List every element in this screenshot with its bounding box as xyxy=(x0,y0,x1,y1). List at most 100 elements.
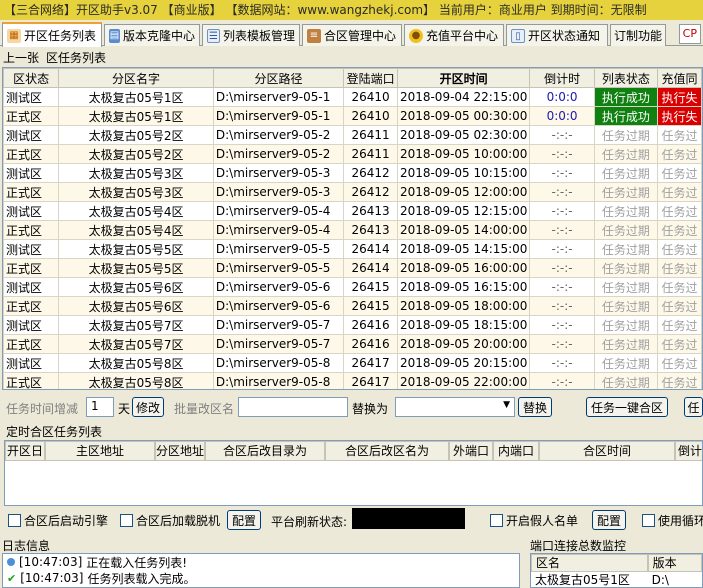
cell-recharge: 任务过 xyxy=(657,277,702,297)
table-row[interactable]: 正式区 太极复古05号8区 D:\mirserver9-05-8 26417 2018-… xyxy=(3,372,702,389)
folder-icon: ▤ xyxy=(109,28,120,43)
cell-name: 太极复古05号8区 xyxy=(58,353,214,373)
load-offline-checkbox[interactable]: 合区后加载脱机 xyxy=(120,512,220,529)
monitor-header-row: 区名 版本 xyxy=(531,554,702,572)
merge-column-header[interactable]: 主区地址 xyxy=(45,441,155,461)
merge-column-header[interactable]: 倒计 xyxy=(675,441,702,461)
fake-list-checkbox[interactable]: 开启假人名单 xyxy=(490,512,578,529)
cell-recharge: 任务过 xyxy=(657,353,702,373)
column-header[interactable]: 倒计时 xyxy=(529,68,595,88)
merge-column-header[interactable]: 分区地址 xyxy=(155,441,205,461)
checkbox-box xyxy=(8,514,21,527)
tab-merge-center[interactable]: ≡ 合区管理中心 xyxy=(302,24,402,46)
log-panel[interactable]: [10:47:03] 正在载入任务列表! ✔ [10:47:03] 任务列表载入… xyxy=(2,553,520,588)
cell-name: 太极复古05号8区 xyxy=(58,372,214,389)
merge-section-title: 定时合区任务列表 xyxy=(6,425,103,439)
engine-after-merge-checkbox[interactable]: 合区后启动引擎 xyxy=(8,512,108,529)
table-row[interactable]: 正式区 太极复古05号5区 D:\mirserver9-05-5 26414 2018-… xyxy=(3,258,702,278)
cell-name: 太极复古05号1区 xyxy=(58,106,214,126)
cell-name: 太极复古05号2区 xyxy=(58,125,214,145)
table-row[interactable]: 正式区 太极复古05号2区 D:\mirserver9-05-2 26411 2018-… xyxy=(3,144,702,164)
column-header[interactable]: 分区名字 xyxy=(58,68,214,88)
cell-list-status: 任务过期 xyxy=(593,296,659,316)
column-header[interactable]: 充值同 xyxy=(657,68,702,88)
table-row[interactable]: 测试区 太极复古05号4区 D:\mirserver9-05-4 26413 2018-… xyxy=(3,201,702,221)
log-text: 任务列表载入完成。 xyxy=(87,571,196,586)
column-header[interactable]: 登陆端口 xyxy=(343,68,398,88)
table-row[interactable]: 正式区 太极复古05号3区 D:\mirserver9-05-3 26412 2018-… xyxy=(3,182,702,202)
cell-name: 太极复古05号6区 xyxy=(58,277,214,297)
table-row[interactable]: 测试区 太极复古05号5区 D:\mirserver9-05-5 26414 2018-… xyxy=(3,239,702,259)
table-row[interactable]: 测试区 太极复古05号6区 D:\mirserver9-05-6 26415 2018-… xyxy=(3,277,702,297)
time-add-input[interactable]: 1 xyxy=(86,397,114,417)
cell-time: 2018-09-05 16:15:00 xyxy=(396,277,531,297)
cell-recharge: 任务过 xyxy=(657,334,702,354)
prev-link[interactable]: 上一张 xyxy=(3,49,39,66)
replace-button[interactable]: 替换 xyxy=(518,397,552,417)
list-icon: ☰ xyxy=(207,28,220,43)
table-row[interactable]: 测试区 太极复古05号7区 D:\mirserver9-05-7 26416 2018-… xyxy=(3,315,702,335)
cell-time: 2018-09-05 14:15:00 xyxy=(396,239,531,259)
cell-path: D:\mirserver9-05-4 xyxy=(212,201,345,221)
cell-list-status: 任务过期 xyxy=(593,220,659,240)
port-monitor-panel[interactable]: 区名 版本 太极复古05号1区 D:\ xyxy=(530,553,703,588)
merge-column-header[interactable]: 内端口 xyxy=(493,441,539,461)
table-row[interactable]: 正式区 太极复古05号7区 D:\mirserver9-05-7 26416 2018-… xyxy=(3,334,702,354)
table-row[interactable]: 正式区 太极复古05号1区 D:\mirserver9-05-1 26410 2018-… xyxy=(3,106,702,126)
sub-bar: 上一张 区任务列表 xyxy=(0,48,703,66)
cell-port: 26414 xyxy=(343,258,398,278)
modify-button[interactable]: 修改 xyxy=(132,397,164,417)
cell-path: D:\mirserver9-05-3 xyxy=(212,163,345,183)
tab-template-manage[interactable]: ☰ 列表模板管理 xyxy=(202,24,300,46)
batch-rename-input[interactable] xyxy=(238,397,348,417)
column-header[interactable]: 区状态 xyxy=(3,68,60,88)
replace-select[interactable]: ▼ xyxy=(395,397,515,417)
config-button[interactable]: 配置 xyxy=(227,510,261,530)
table-row[interactable]: 正式区 太极复古05号6区 D:\mirserver9-05-6 26415 2018-… xyxy=(3,296,702,316)
cell-path: D:\mirserver9-05-5 xyxy=(212,239,345,259)
cell-recharge: 任务过 xyxy=(657,372,702,389)
cell-type: 正式区 xyxy=(3,296,60,316)
table-row[interactable]: 测试区 太极复古05号2区 D:\mirserver9-05-2 26411 2018-… xyxy=(3,125,702,145)
cell-type: 测试区 xyxy=(3,87,60,107)
tab-status-notify[interactable]: ▯ 开区状态通知 xyxy=(506,24,608,46)
cut-button[interactable]: 任 xyxy=(684,397,703,417)
cell-path: D:\mirserver9-05-4 xyxy=(212,220,345,240)
tab-task-list[interactable]: ▦ 开区任务列表 xyxy=(2,22,102,47)
tab-label: 列表模板管理 xyxy=(222,29,295,43)
monitor-row: 太极复古05号1区 D:\ xyxy=(531,572,702,587)
column-header[interactable]: 开区时间 xyxy=(396,68,531,88)
cell-path: D:\mirserver9-05-1 xyxy=(212,106,345,126)
cell-time: 2018-09-05 10:00:00 xyxy=(396,144,531,164)
column-header[interactable]: 分区路径 xyxy=(212,68,345,88)
tab-custom-features[interactable]: 订制功能 xyxy=(610,24,666,46)
use-loop-checkbox[interactable]: 使用循环 xyxy=(642,512,703,529)
table-row[interactable]: 测试区 太极复古05号3区 D:\mirserver9-05-3 26412 2018-… xyxy=(3,163,702,183)
cell-type: 测试区 xyxy=(3,163,60,183)
log-time: [10:47:03] xyxy=(20,571,84,585)
cell-name: 太极复古05号7区 xyxy=(58,334,214,354)
merge-column-header[interactable]: 合区时间 xyxy=(539,441,675,461)
merge-column-header[interactable]: 合区后改目录为 xyxy=(205,441,325,461)
cell-list-status: 任务过期 xyxy=(593,239,659,259)
cell-countdown: -:-:- xyxy=(529,258,595,278)
tab-recharge-center[interactable]: ● 充值平台中心 xyxy=(404,24,504,46)
tab-version-clone[interactable]: ▤ 版本克隆中心 xyxy=(104,24,200,46)
log-text: 正在载入任务列表! xyxy=(86,555,188,570)
table-row[interactable]: 测试区 太极复古05号1区 D:\mirserver9-05-1 26410 2018-… xyxy=(3,87,702,107)
table-row[interactable]: 正式区 太极复古05号4区 D:\mirserver9-05-4 26413 2018-… xyxy=(3,220,702,240)
merge-column-header[interactable]: 开区日 xyxy=(5,441,45,461)
task-grid[interactable]: 区状态 分区名字 分区路径 登陆端口 开区时间 倒计时 列表状态 充值同 测试区 太极复古05号… xyxy=(2,67,703,390)
merge-column-header[interactable]: 合区后改区名为 xyxy=(325,441,449,461)
table-row[interactable]: 测试区 太极复古05号8区 D:\mirserver9-05-8 26417 2018-… xyxy=(3,353,702,373)
cell-path: D:\mirserver9-05-8 xyxy=(212,372,345,389)
cell-countdown: -:-:- xyxy=(529,163,595,183)
tab-label: 版本克隆中心 xyxy=(122,29,195,43)
config-button-2[interactable]: 配置 xyxy=(592,510,626,530)
column-header[interactable]: 列表状态 xyxy=(593,68,659,88)
merge-column-header[interactable]: 外端口 xyxy=(449,441,493,461)
one-click-merge-button[interactable]: 任务一键合区 xyxy=(586,397,668,417)
cell-recharge: 任务过 xyxy=(657,144,702,164)
merge-task-grid[interactable]: 开区日 主区地址 分区地址 合区后改目录为 合区后改区名为 外端口 内端口 合区时间 倒计 xyxy=(4,440,703,506)
merge-header-row: 开区日 主区地址 分区地址 合区后改目录为 合区后改区名为 外端口 内端口 合区时间 倒计 xyxy=(5,441,702,461)
